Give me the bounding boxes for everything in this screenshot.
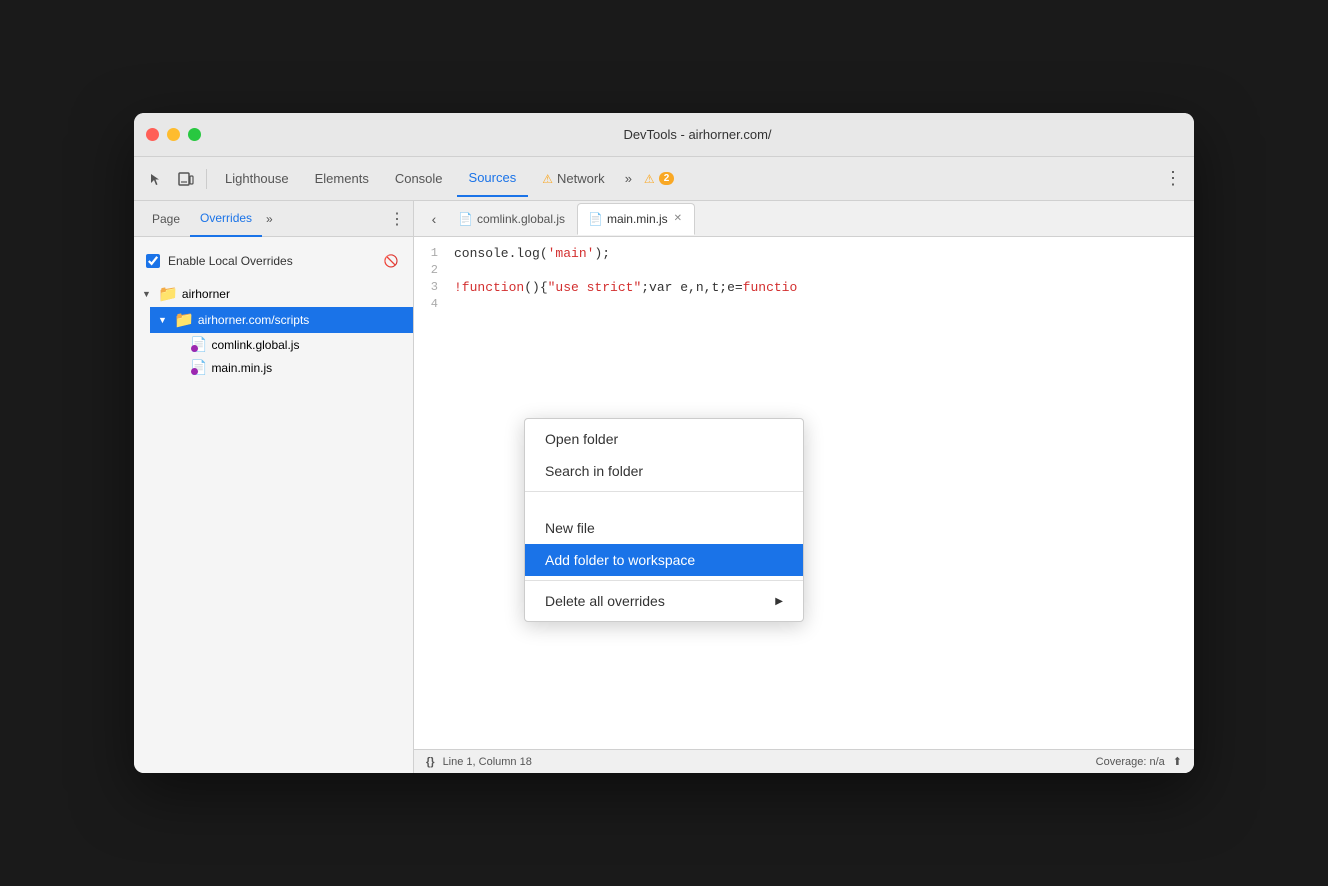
- file-icon-comlink: 📄: [190, 336, 207, 353]
- sidebar-more-button[interactable]: »: [262, 212, 277, 226]
- root-arrow-icon: ▼: [142, 289, 154, 299]
- line-num-4: 4: [414, 297, 454, 311]
- line-num-2: 2: [414, 263, 454, 277]
- editor-tab-comlink[interactable]: 📄 comlink.global.js: [448, 203, 575, 235]
- sidebar-kebab-button[interactable]: ⋮: [389, 209, 405, 229]
- main-file-icon: 📄: [588, 212, 603, 226]
- main-tab-close[interactable]: ✕: [672, 211, 684, 226]
- comlink-file-icon: 📄: [458, 212, 473, 226]
- ctx-delete-overrides[interactable]: Add folder to workspace: [525, 544, 803, 576]
- ctx-add-folder[interactable]: New file: [525, 512, 803, 544]
- line-num-1: 1: [414, 246, 454, 260]
- root-folder-icon: 📁: [158, 284, 178, 304]
- context-menu: Open folder Search in folder New file Ad…: [524, 418, 804, 622]
- file-dot-comlink: [191, 345, 198, 352]
- line-num-3: 3: [414, 280, 454, 294]
- root-folder-label: airhorner: [182, 287, 230, 301]
- comlink-tab-label: comlink.global.js: [477, 212, 565, 226]
- tab-elements[interactable]: Elements: [303, 161, 381, 197]
- line-code-4: [454, 297, 462, 312]
- toolbar-separator: [206, 169, 207, 189]
- maximize-button[interactable]: [188, 128, 201, 141]
- ctx-speech[interactable]: Delete all overrides ▶: [525, 585, 803, 617]
- window-title: DevTools - airhorner.com/: [213, 127, 1182, 142]
- subfolder-label: airhorner.com/scripts: [198, 313, 309, 327]
- line-code-1: console.log('main');: [454, 246, 610, 261]
- file-icon-main: 📄: [190, 359, 207, 376]
- network-warning-icon: ⚠: [542, 172, 553, 186]
- cursor-icon-button[interactable]: [142, 165, 170, 193]
- upload-icon[interactable]: ⬆: [1173, 755, 1182, 768]
- sidebar: Page Overrides » ⋮ Enable Local Override…: [134, 201, 414, 773]
- warning-count-badge: 2: [659, 172, 675, 185]
- code-line-1: 1 console.log('main');: [414, 245, 1194, 262]
- device-icon: [178, 172, 194, 186]
- file-dot-main: [191, 368, 198, 375]
- code-line-4: 4: [414, 296, 1194, 313]
- more-tabs-button[interactable]: »: [619, 165, 638, 193]
- titlebar: DevTools - airhorner.com/: [134, 113, 1194, 157]
- ctx-open-folder[interactable]: Open folder: [525, 423, 803, 455]
- sidebar-tabs: Page Overrides » ⋮: [134, 201, 413, 237]
- coverage-status: Coverage: n/a: [1096, 756, 1165, 768]
- close-button[interactable]: [146, 128, 159, 141]
- tab-network[interactable]: ⚠ Network: [530, 161, 616, 197]
- minimize-button[interactable]: [167, 128, 180, 141]
- format-icon[interactable]: {}: [426, 756, 435, 768]
- sidebar-tab-page[interactable]: Page: [142, 201, 190, 237]
- enable-overrides-checkbox[interactable]: [146, 254, 160, 268]
- line-code-2: [454, 263, 462, 278]
- code-line-3: 3 !function(){"use strict";var e,n,t;e=f…: [414, 279, 1194, 296]
- editor-tabs: ‹ 📄 comlink.global.js 📄 main.min.js ✕: [414, 201, 1194, 237]
- override-checkbox-row: Enable Local Overrides 🚫: [134, 245, 413, 277]
- code-line-2: 2: [414, 262, 1194, 279]
- file-arrow-spacer: ▶: [174, 339, 186, 350]
- file-comlink-label: comlink.global.js: [211, 338, 299, 352]
- cursor-icon: [149, 172, 163, 186]
- line-code-3: !function(){"use strict";var e,n,t;e=fun…: [454, 280, 797, 295]
- device-icon-button[interactable]: [172, 165, 200, 193]
- folder-tree: ▼ 📁 airhorner ▼ 📁 airhorner.com/scripts …: [134, 277, 413, 383]
- tab-lighthouse[interactable]: Lighthouse: [213, 161, 301, 197]
- ctx-separator-1: [525, 491, 803, 492]
- ctx-separator-2: [525, 580, 803, 581]
- ctx-new-file[interactable]: [525, 496, 803, 512]
- tree-file-comlink[interactable]: ▶ 📄 comlink.global.js: [166, 333, 413, 356]
- file-main-label: main.min.js: [211, 361, 272, 375]
- file2-arrow-spacer: ▶: [174, 362, 186, 373]
- tree-subfolder-item[interactable]: ▼ 📁 airhorner.com/scripts: [150, 307, 413, 333]
- override-label: Enable Local Overrides: [168, 254, 373, 268]
- sidebar-content: Enable Local Overrides 🚫 ▼ 📁 airhorner ▼…: [134, 237, 413, 773]
- tree-file-main[interactable]: ▶ 📄 main.min.js: [166, 356, 413, 379]
- editor-tab-main[interactable]: 📄 main.min.js ✕: [577, 203, 695, 235]
- tab-console[interactable]: Console: [383, 161, 455, 197]
- ctx-search-in-folder[interactable]: Search in folder: [525, 455, 803, 487]
- clear-overrides-icon[interactable]: 🚫: [381, 251, 401, 271]
- main-tab-label: main.min.js: [607, 212, 668, 226]
- toolbar-dots-button[interactable]: ⋮: [1160, 168, 1186, 189]
- sidebar-tab-overrides[interactable]: Overrides: [190, 201, 262, 237]
- cursor-position: Line 1, Column 18: [443, 756, 532, 768]
- editor-back-icon[interactable]: ‹: [422, 207, 446, 231]
- tab-sources[interactable]: Sources: [457, 161, 529, 197]
- window-controls: [146, 128, 201, 141]
- toolbar: Lighthouse Elements Console Sources ⚠ Ne…: [134, 157, 1194, 201]
- global-warning-icon: ⚠: [644, 172, 655, 186]
- subfolder-arrow-icon: ▼: [158, 315, 170, 325]
- subfolder-folder-icon: 📁: [174, 310, 194, 330]
- status-bar: {} Line 1, Column 18 Coverage: n/a ⬆: [414, 749, 1194, 773]
- tree-root-item[interactable]: ▼ 📁 airhorner: [134, 281, 413, 307]
- speech-submenu-arrow: ▶: [775, 596, 783, 607]
